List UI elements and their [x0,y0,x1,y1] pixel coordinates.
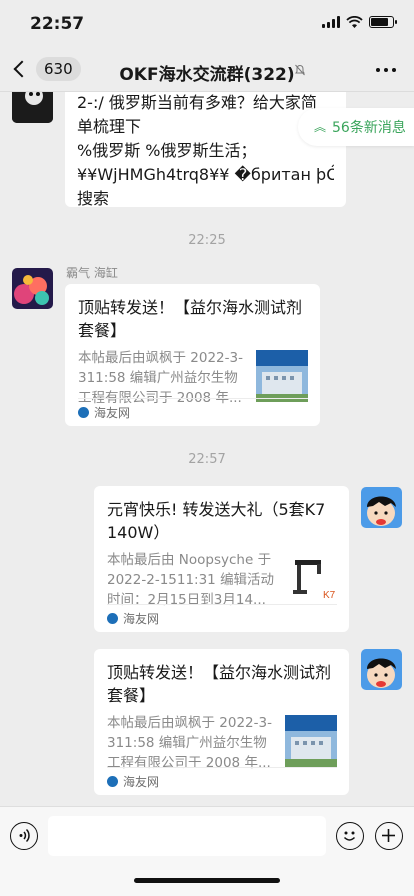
new-messages-button[interactable]: ︽ 56条新消息 [298,108,414,146]
avatar[interactable] [361,487,402,528]
message-line: ¥¥WjHMGh4trq8¥¥ �британ þÓÜýÏÑ [77,165,334,184]
message-line: %俄罗斯 %俄罗斯生活； [77,141,257,160]
link-card[interactable]: 元宵快乐! 转发送大礼（5套K7 140W） 本帖最后由 Noopsyche 于… [94,486,349,632]
status-icons [322,16,397,28]
nav-bar: 630 OKF海水交流群(322) [0,48,414,92]
message-line: 搜索 [77,189,110,208]
text-message-bubble[interactable]: 2-:/ 俄罗斯当前有多难？给大家简 单梳理下 %俄罗斯 %俄罗斯生活； ¥¥W… [65,92,346,208]
unread-count-badge: 630 [36,57,81,81]
link-card-source-label: 海友网 [123,775,160,789]
link-card-thumbnail [285,715,337,767]
timestamp: 22:57 [188,452,226,467]
wifi-icon [346,16,363,28]
link-card-source: 海友网 [107,767,337,795]
avatar[interactable] [12,268,53,309]
new-messages-label: 56条新消息 [332,120,406,136]
battery-icon [369,16,397,28]
link-card-thumbnail [256,350,308,402]
smiley-icon [343,831,356,841]
link-card-title: 顶贴转发送！【益尔海水测试剂套餐】 [107,663,332,705]
link-card[interactable]: 顶贴转发送！【益尔海水测试剂套餐】 本帖最后由飒枫于 2022-3-311:58… [65,284,320,426]
link-card-source-label: 海友网 [123,612,160,626]
source-app-icon [107,613,118,624]
plus-icon [382,829,395,842]
message-list[interactable]: 2-:/ 俄罗斯当前有多难？给大家简 单梳理下 %俄罗斯 %俄罗斯生活； ¥¥W… [0,92,414,806]
emoji-button[interactable] [336,822,364,850]
mute-bell-icon [295,64,305,76]
home-indicator [134,878,280,883]
more-actions-button[interactable] [375,822,403,850]
avatar[interactable] [12,92,53,123]
message-line: 单梳理下 [77,117,142,136]
avatar-image [12,268,53,309]
thumb-k7-label: K7 [323,590,336,601]
voice-input-button[interactable] [10,822,38,850]
chevron-left-icon [13,60,31,78]
cellular-signal-icon [322,16,340,28]
avatar-image [361,487,402,528]
message-line: 2-:/ 俄罗斯当前有多难？给大家简 [77,93,317,112]
link-card-source-label: 海友网 [94,406,131,420]
link-card-description: 本帖最后由飒枫于 2022-3-311:58 编辑广州益尔生物工程有限公司于 2… [107,715,272,771]
link-card-source: 海友网 [107,604,337,632]
source-app-icon [78,407,89,418]
link-card-source: 海友网 [78,398,308,426]
link-card-title: 顶贴转发送！【益尔海水测试剂套餐】 [78,298,303,340]
message-input[interactable] [48,816,326,856]
double-chevron-up-icon: ︽ [314,120,327,134]
status-bar: 22:57 [0,0,414,48]
avatar-image [12,92,53,123]
sender-name: 霸气 海缸 [66,266,118,280]
source-app-icon [107,776,118,787]
more-options-button[interactable] [376,68,396,72]
avatar-image [361,649,402,690]
timestamp: 22:25 [188,233,226,248]
link-card-description: 本帖最后由 Noopsyche 于 2022-2-1511:31 编辑活动时间：… [107,552,275,608]
chat-title[interactable]: OKF海水交流群(322) [90,60,324,85]
back-button[interactable]: 630 [12,57,81,81]
link-card-title: 元宵快乐! 转发送大礼（5套K7 140W） [107,500,326,542]
voice-wave-icon [19,828,30,843]
link-card-thumbnail: K7 [285,552,337,604]
link-card[interactable]: 顶贴转发送！【益尔海水测试剂套餐】 本帖最后由飒枫于 2022-3-311:58… [94,649,349,795]
status-time: 22:57 [30,14,85,34]
avatar[interactable] [361,649,402,690]
